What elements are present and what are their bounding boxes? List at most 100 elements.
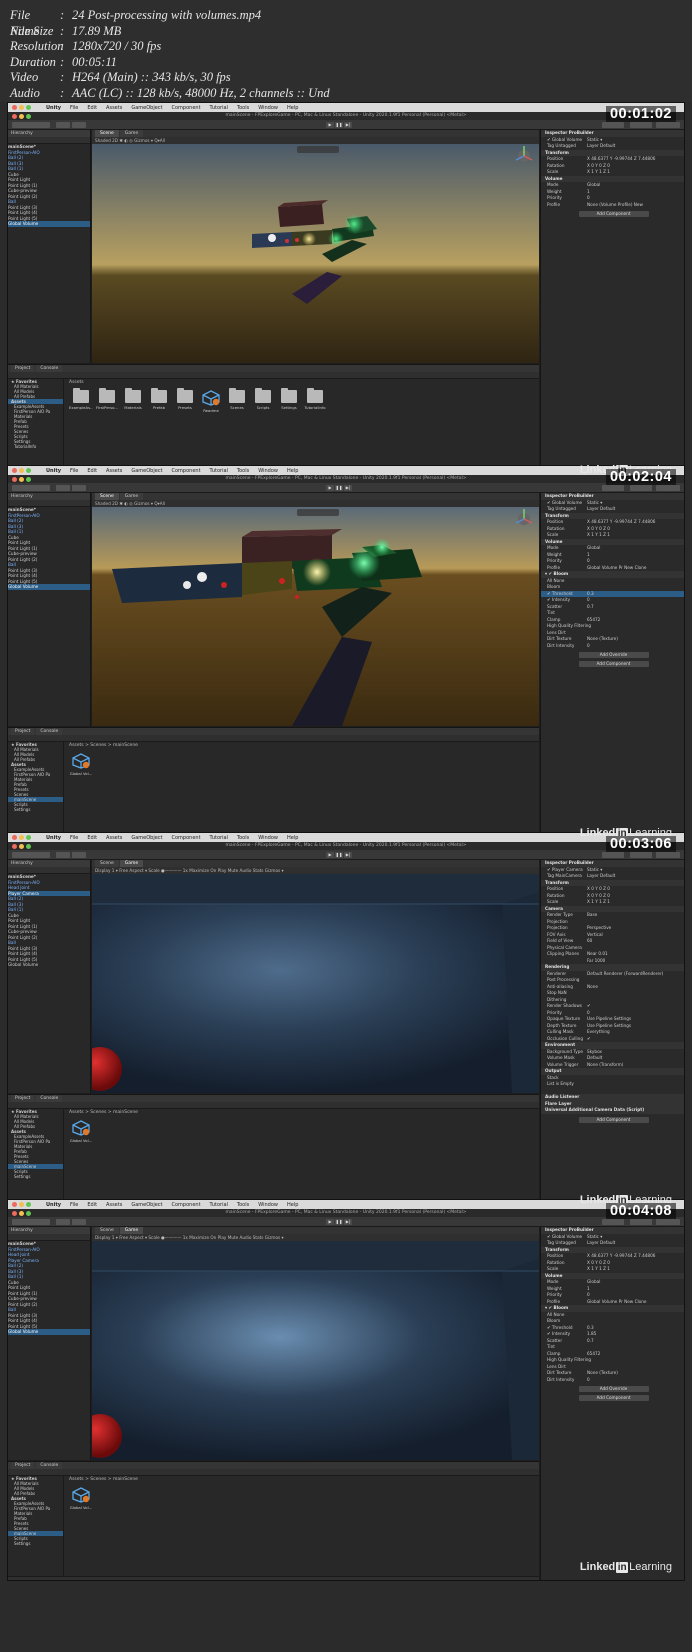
asset-item[interactable]: TutorialInfo (304, 388, 326, 413)
menu-item[interactable]: Component (172, 105, 201, 111)
asset-item[interactable]: Global Vol... (70, 1120, 92, 1143)
pause-icon[interactable]: ❚❚ (335, 1219, 343, 1225)
menu-item[interactable]: Assets (106, 835, 122, 841)
menu-item[interactable]: Tutorial (210, 105, 228, 111)
pause-icon[interactable]: ❚❚ (335, 485, 343, 491)
game-view-render[interactable] (92, 1241, 539, 1460)
inspector-value[interactable]: 0 (587, 1377, 590, 1384)
hierarchy-search-input[interactable] (8, 137, 90, 144)
menu-item[interactable]: Unity (46, 1202, 61, 1208)
viewport-canvas[interactable] (92, 144, 539, 363)
step-icon[interactable]: ▶| (344, 122, 352, 128)
hierarchy-item[interactable]: Global Volume (8, 1329, 90, 1335)
pause-icon[interactable]: ❚❚ (335, 122, 343, 128)
pivot-toggle[interactable] (56, 485, 70, 491)
menu-item[interactable]: Edit (87, 468, 97, 474)
asset-item[interactable]: Scenes (227, 388, 247, 413)
transform-tools[interactable] (12, 852, 50, 858)
menu-item[interactable]: Component (172, 835, 201, 841)
layout-dropdown[interactable] (656, 1219, 680, 1225)
menu-item[interactable]: Help (287, 468, 298, 474)
layout-dropdown[interactable] (656, 122, 680, 128)
menu-item[interactable]: Window (258, 1202, 278, 1208)
layers-dropdown[interactable] (630, 1219, 652, 1225)
menu-item[interactable]: File (70, 835, 78, 841)
layers-dropdown[interactable] (630, 122, 652, 128)
viewport-toolbar[interactable]: Shaded 2D ✱ ◐ ◎ Gizmos ▾ Q▾All (92, 500, 539, 507)
tab-game[interactable]: Game (119, 1227, 144, 1234)
scene-view-render[interactable] (92, 144, 539, 363)
menu-item[interactable]: Tutorial (210, 835, 228, 841)
step-icon[interactable]: ▶| (344, 852, 352, 858)
viewport-canvas[interactable] (92, 874, 539, 1093)
tab-console[interactable]: Console (36, 728, 63, 735)
tab-game[interactable]: Game (119, 493, 144, 500)
menu-item[interactable]: File (70, 1202, 78, 1208)
menu-item[interactable]: Tutorial (210, 468, 228, 474)
menu-item[interactable]: Tutorial (210, 1202, 228, 1208)
asset-item[interactable]: ExampleAs... (69, 388, 93, 413)
menu-item[interactable]: Unity (46, 105, 61, 111)
menu-item[interactable]: Help (287, 1202, 298, 1208)
viewport-canvas[interactable] (92, 1241, 539, 1460)
transform-tools[interactable] (12, 122, 50, 128)
light-gizmo-icon[interactable] (197, 572, 207, 582)
project-tree-item[interactable]: Settings (8, 1541, 63, 1546)
add-override-button[interactable]: Add Override (578, 1386, 649, 1392)
menu-item[interactable]: Assets (106, 105, 122, 111)
project-tree-item[interactable]: Settings (8, 807, 63, 812)
viewport-canvas[interactable] (92, 507, 539, 726)
tab-scene[interactable]: Scene (95, 493, 119, 500)
menu-item[interactable]: Component (172, 468, 201, 474)
menu-item[interactable]: Window (258, 835, 278, 841)
tab-project[interactable]: Project (11, 728, 35, 735)
hierarchy-item[interactable]: Global Volume (8, 962, 90, 968)
menu-item[interactable]: GameObject (131, 468, 162, 474)
asset-item[interactable]: Global Vol... (70, 1487, 92, 1510)
layout-dropdown[interactable] (656, 852, 680, 858)
menu-item[interactable]: Window (258, 105, 278, 111)
project-search-input[interactable] (8, 1102, 539, 1109)
tab-hierarchy[interactable]: Hierarchy (8, 130, 90, 137)
inspector-value[interactable]: 0 (587, 643, 590, 650)
account-dropdown[interactable] (602, 1219, 624, 1225)
menu-item[interactable]: Window (258, 468, 278, 474)
step-icon[interactable]: ▶| (344, 485, 352, 491)
menu-item[interactable]: Edit (87, 835, 97, 841)
add-component-button[interactable]: Add Component (578, 211, 649, 217)
project-tree-item[interactable]: Settings (8, 1174, 63, 1179)
layout-dropdown[interactable] (656, 485, 680, 491)
play-icon[interactable]: ▶ (326, 122, 334, 128)
project-search-input[interactable] (8, 735, 539, 742)
menu-item[interactable]: GameObject (131, 105, 162, 111)
menu-item[interactable]: Help (287, 835, 298, 841)
global-toggle[interactable] (72, 1219, 86, 1225)
asset-item[interactable]: Materials (123, 388, 143, 413)
hierarchy-search-input[interactable] (8, 867, 90, 874)
tab-game[interactable]: Game (119, 130, 144, 137)
tab-console[interactable]: Console (36, 1095, 63, 1102)
tab-scene[interactable]: Scene (95, 130, 119, 137)
account-dropdown[interactable] (602, 122, 624, 128)
play-icon[interactable]: ▶ (326, 485, 334, 491)
ball[interactable] (221, 582, 227, 588)
viewport-toolbar[interactable]: Display 1 ▾ Free Aspect ▾ Scale ●———— 1x… (92, 867, 539, 874)
global-toggle[interactable] (72, 122, 86, 128)
menu-item[interactable]: Tools (237, 105, 249, 111)
menu-item[interactable]: Tools (237, 468, 249, 474)
ball[interactable] (295, 238, 299, 242)
menu-item[interactable]: Tools (237, 835, 249, 841)
scene-toolbar-icons[interactable] (297, 509, 339, 516)
add-component-button[interactable]: Add Component (578, 1116, 649, 1123)
breadcrumb[interactable]: Assets > Scenes > mainScene (65, 742, 539, 749)
account-dropdown[interactable] (602, 852, 624, 858)
pivot-toggle[interactable] (56, 852, 70, 858)
asset-item[interactable]: Readme (201, 390, 221, 413)
scene-view-render[interactable] (92, 507, 539, 726)
layers-dropdown[interactable] (630, 852, 652, 858)
layers-dropdown[interactable] (630, 485, 652, 491)
asset-item[interactable]: Scripts (253, 388, 273, 413)
scene-toolbar-icons[interactable] (297, 146, 339, 153)
asset-item[interactable]: Global Vol... (70, 753, 92, 776)
pivot-toggle[interactable] (56, 1219, 70, 1225)
